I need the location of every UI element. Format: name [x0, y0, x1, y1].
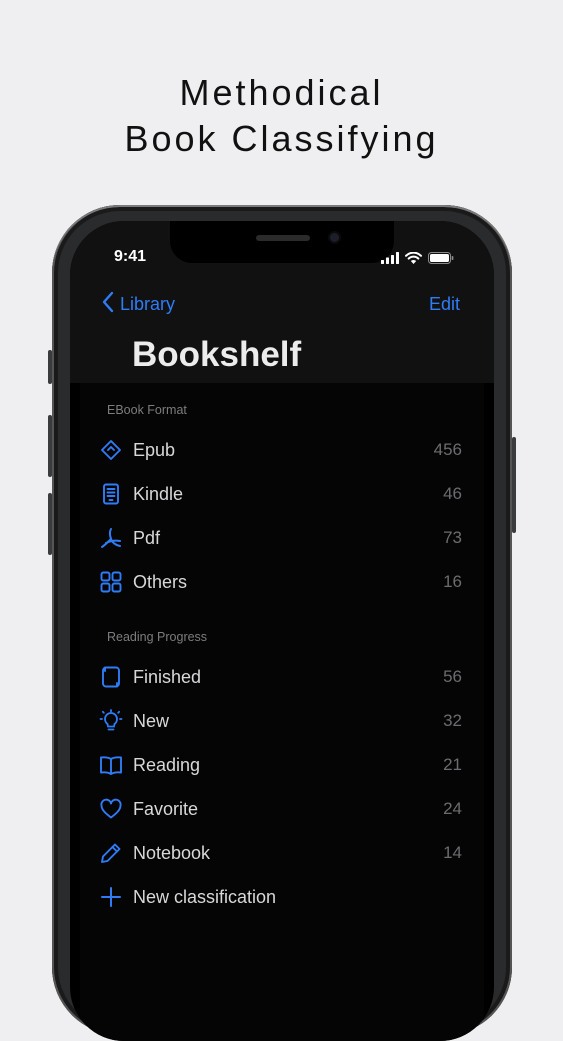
new-classification-button[interactable]: New classification — [98, 877, 462, 917]
list-item-new[interactable]: New 32 — [98, 701, 462, 741]
list-item-count: 32 — [443, 711, 462, 730]
list-item-count: 21 — [443, 755, 462, 774]
page-title: Bookshelf — [132, 335, 302, 374]
list-item-finished[interactable]: Finished 56 — [98, 657, 462, 697]
pencil-icon — [98, 840, 124, 866]
section-header-reading-progress: Reading Progress — [107, 630, 208, 644]
list-item-count: 456 — [433, 440, 462, 459]
speaker-grille — [256, 235, 310, 241]
list-item-label: Finished — [133, 666, 202, 687]
list-item-epub[interactable]: Epub 456 — [98, 430, 462, 470]
list-item-notebook[interactable]: Notebook 14 — [98, 833, 462, 873]
section-header-ebook-format: EBook Format — [107, 403, 187, 417]
status-icons — [381, 251, 454, 269]
list-item-label: Others — [133, 571, 188, 592]
list-item-label: Pdf — [133, 527, 161, 548]
new-classification-label: New classification — [133, 886, 277, 907]
mute-switch — [48, 350, 52, 384]
back-button-label: Library — [120, 294, 176, 314]
list-item-label: Favorite — [133, 798, 199, 819]
bookshelf-list: EBook Format Epub 456 Kindle 46 Pdf 73 O… — [80, 383, 484, 1041]
open-book-icon — [98, 752, 124, 778]
front-camera — [330, 233, 339, 242]
cellular-signal-icon — [381, 251, 399, 269]
status-time: 9:41 — [114, 248, 147, 265]
list-item-count: 46 — [443, 484, 462, 503]
volume-up-button — [48, 415, 52, 477]
list-item-label: Kindle — [133, 483, 184, 504]
list-item-others[interactable]: Others 16 — [98, 562, 462, 602]
epub-icon — [98, 437, 124, 463]
power-button — [512, 437, 516, 533]
phone-screen: 9:41 Library Edit Bookshelf EBook Format… — [70, 221, 494, 1041]
list-item-count: 24 — [443, 799, 462, 818]
grid-icon — [98, 569, 124, 595]
chevron-left-icon — [102, 291, 114, 318]
list-item-count: 73 — [443, 528, 462, 547]
phone-frame: 9:41 Library Edit Bookshelf EBook Format… — [48, 205, 516, 1041]
edit-button[interactable]: Edit — [429, 294, 460, 315]
list-item-reading[interactable]: Reading 21 — [98, 745, 462, 785]
headline-line-1: Methodical — [179, 72, 384, 113]
heart-icon — [98, 796, 124, 822]
wifi-icon — [405, 251, 422, 269]
back-button[interactable]: Library — [102, 291, 175, 318]
battery-icon — [428, 251, 454, 269]
list-item-count: 56 — [443, 667, 462, 686]
list-item-kindle[interactable]: Kindle 46 — [98, 474, 462, 514]
list-item-favorite[interactable]: Favorite 24 — [98, 789, 462, 829]
pdf-icon — [98, 525, 124, 551]
volume-down-button — [48, 493, 52, 555]
headline: Methodical Book Classifying — [0, 70, 563, 162]
list-item-label: Epub — [133, 439, 176, 460]
plus-icon — [98, 884, 124, 910]
list-item-pdf[interactable]: Pdf 73 — [98, 518, 462, 558]
kindle-icon — [98, 481, 124, 507]
list-item-label: Notebook — [133, 842, 211, 863]
notch — [170, 221, 394, 263]
finished-book-icon — [98, 664, 124, 690]
list-item-count: 16 — [443, 572, 462, 591]
lightbulb-icon — [98, 708, 124, 734]
list-item-label: New — [133, 710, 170, 731]
list-item-count: 14 — [443, 843, 462, 862]
list-item-label: Reading — [133, 754, 201, 775]
headline-line-2: Book Classifying — [124, 118, 439, 159]
